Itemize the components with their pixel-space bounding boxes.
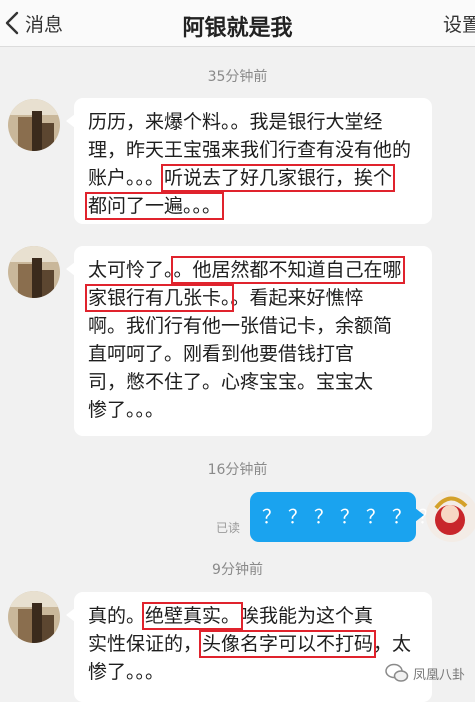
highlighted-text: 家银行有几张卡。 [85,284,234,312]
message-line: 司，憋不住了。心疼宝宝。宝宝太 [88,368,420,396]
message-text: 理，昨天王宝强来我们行查有没有他的 [88,139,412,161]
message-text: 唉我能为这个真 [240,605,374,627]
watermark-text: 凤凰八卦 [412,667,465,683]
highlighted-text: 绝壁真实。 [142,602,244,630]
my-message-bubble[interactable]: ？？？？？？？ [250,492,437,542]
message-text: 太可怜了。 [88,259,174,281]
read-receipt: 已读 [216,521,241,535]
message-text: 直呵呵了。刚看到他要借钱打官 [88,343,355,365]
message-text: 真的。 [88,605,146,627]
message-line: 历历，来爆个料。。我是银行大堂经 [88,108,420,136]
message-text: 。看起来好憔悴 [230,287,364,309]
timestamp: 35分钟前 [207,69,268,85]
highlighted-text: 听说去了好几家银行，挨个 [161,164,396,192]
message-line: 惨了。。。 [88,658,420,686]
my-avatar[interactable] [426,490,475,542]
conversation-title: 阿银就是我 [182,16,293,41]
message-line: 理，昨天王宝强来我们行查有没有他的 [88,136,420,164]
watermark: 凤凰八卦 [385,661,465,685]
settings-button[interactable]: 设置 [443,10,475,37]
message-line: 账户。。。听说去了好几家银行，挨个 [88,164,420,192]
message-line: 惨了。。。 [88,396,420,424]
timestamp: 16分钟前 [207,462,268,478]
message-line: 直呵呵了。刚看到他要借钱打官 [88,340,420,368]
timestamp: 9分钟前 [212,562,263,578]
message-text: 惨了。。。 [88,399,165,421]
message-line: 实性保证的，头像名字可以不打码，太 [88,630,420,658]
avatar-image [426,490,475,542]
highlighted-text: 都问了一遍。。。 [84,192,225,220]
message-line: 啊。我们行有他一张借记卡，余额简 [88,312,420,340]
sender-avatar[interactable] [8,246,60,298]
message-text: 历历，来爆个料。。我是银行大堂经 [88,111,383,133]
message-text: 啊。我们行有他一张借记卡，余额简 [88,315,393,337]
avatar-image [8,99,60,151]
message-text: 司，憋不住了。心疼宝宝。宝宝太 [88,371,374,393]
highlighted-text: 头像名字可以不打码 [199,630,377,658]
sender-avatar[interactable] [8,99,60,151]
message-text: ，太 [373,633,412,655]
message-line: 真的。绝壁真实。唉我能为这个真 [88,602,420,630]
message-bubble[interactable]: 太可怜了。。他居然都不知道自己在哪 家银行有几张卡。。看起来好憔悴啊。我们行有他一… [66,246,432,436]
message-line: 家银行有几张卡。。看起来好憔悴 [85,284,420,312]
message-bubble[interactable]: 真的。绝壁真实。唉我能为这个真 实性保证的，头像名字可以不打码，太 惨了。。。 [66,592,432,702]
message-line: 太可怜了。。他居然都不知道自己在哪 [88,256,420,284]
message-line: 都问了一遍。。。 [84,192,420,220]
avatar-image [8,246,60,298]
message-bubble[interactable]: 历历，来爆个料。。我是银行大堂经 理，昨天王宝强来我们行查有没有他的 账户。。。听说… [66,98,432,224]
sender-avatar[interactable] [8,591,60,643]
message-text: 账户。。。 [88,167,165,189]
top-bar: 消息 阿银就是我 设置 [0,0,475,47]
message-text: 实性保证的， [88,633,203,655]
wechat-icon [385,663,409,682]
highlighted-text: 。他居然都不知道自己在哪 [170,256,405,284]
message-text: 惨了。。。 [88,661,165,683]
avatar-image [8,591,60,643]
